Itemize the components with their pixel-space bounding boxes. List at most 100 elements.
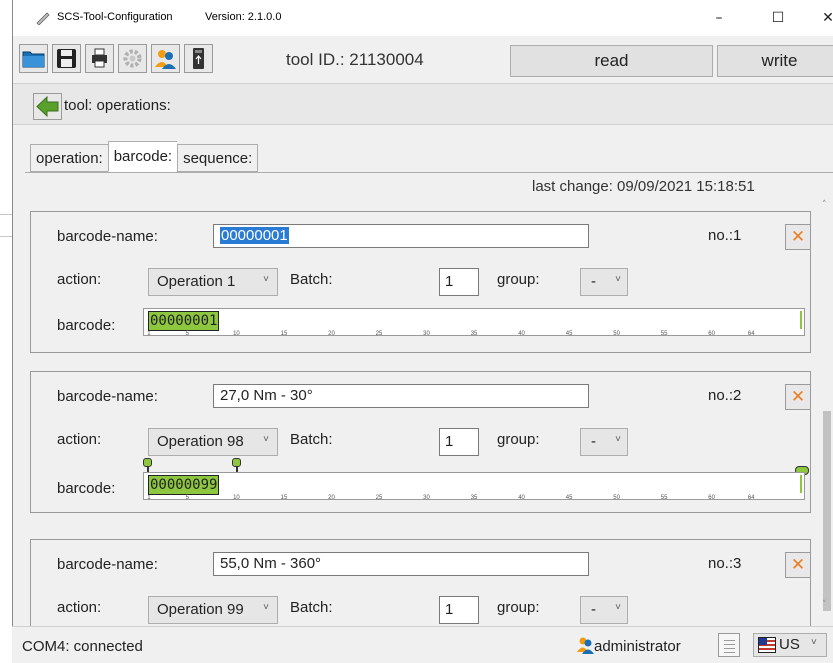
tab-operation[interactable]: operation: [30,144,108,172]
ruler-tick: 60 [708,331,715,337]
ruler-tick: 20 [328,331,335,337]
ruler-tick: 1 [147,331,151,337]
group-label: group: [497,599,540,616]
ruler-tick: 35 [470,495,478,501]
chevron-down-icon: ˅ [811,637,817,648]
action-select[interactable]: Operation 98 ˅ [148,428,278,456]
back-arrow-icon[interactable] [33,93,62,120]
barcode-card: barcode-name: 55,0 Nm - 360° no.:3 ✕ act… [30,539,811,626]
language-select[interactable]: US ˅ [753,633,827,657]
user-icon [577,637,594,654]
title-bar: SCS-Tool-Configuration Version: 2.1.0.0 … [13,0,833,36]
language-value: US [779,636,800,653]
ruler-tick: 40 [518,495,525,501]
printer-icon[interactable] [85,44,114,73]
barcode-end-marker [800,475,802,493]
ruler-tick: 20 [328,495,335,501]
gear-icon[interactable] [118,44,147,73]
group-value: - [591,601,596,618]
range-start-handle[interactable] [143,458,152,467]
folder-icon[interactable] [19,44,48,73]
chevron-down-icon: ˅ [615,602,621,613]
delete-barcode-button[interactable]: ✕ [785,384,811,410]
ruler-tick: 10 [233,495,240,501]
batch-input[interactable]: 1 [439,596,479,624]
range-end-handle[interactable] [232,458,241,467]
ruler-tick: 45 [565,495,573,501]
vertical-scrollbar[interactable]: ˄ ˅ [820,196,833,616]
barcode-label: barcode: [57,480,116,497]
barcode-name-value: 00000001 [220,227,289,244]
scroll-down-icon[interactable]: ˅ [822,600,827,610]
action-select[interactable]: Operation 1 ˅ [148,268,278,296]
barcode-value: 00000099 [148,475,220,495]
ruler-tick: 35 [470,331,478,337]
action-label: action: [57,599,102,616]
username: administrator [594,638,681,655]
ruler-tick: 5 [185,495,189,501]
group-select[interactable]: - ˅ [580,428,628,456]
tab-divider [25,172,833,173]
ruler-tick: 15 [280,331,288,337]
card-clip: barcode-name: 55,0 Nm - 360° no.:3 ✕ act… [13,539,833,626]
ruler-tick: 45 [565,331,573,337]
action-select[interactable]: Operation 99 ˅ [148,596,278,624]
maximize-button[interactable]: ☐ [755,0,801,36]
scroll-up-icon[interactable]: ˄ [822,200,827,210]
tab-sequence[interactable]: sequence: [177,144,259,172]
ruler-tick: 1 [147,495,151,501]
barcode-value: 00000001 [148,311,220,331]
ruler-tick: 40 [518,331,525,337]
delete-barcode-button[interactable]: ✕ [785,552,811,578]
status-bar: COM4: connected administrator US ˅ [12,626,833,663]
users-icon[interactable] [151,44,180,73]
barcode-input[interactable]: 00000001 1 5 10 15 20 25 30 35 40 45 50 55 60 64 [143,308,805,337]
app-window: SCS-Tool-Configuration Version: 2.1.0.0 … [12,0,833,663]
batch-input[interactable]: 1 [439,268,479,296]
ruler-tick: 50 [613,331,620,337]
close-button[interactable]: ✕ [805,0,833,36]
scrollbar-thumb[interactable] [823,411,831,611]
ruler-tick: 60 [708,495,715,501]
barcode-card: barcode-name: 00000001 no.:1 ✕ action: O… [30,211,811,353]
group-select[interactable]: - ˅ [580,596,628,624]
write-button[interactable]: write [717,45,833,77]
chevron-down-icon: ˅ [615,434,621,445]
save-icon[interactable] [52,44,81,73]
action-label: action: [57,431,102,448]
barcode-name-input[interactable]: 27,0 Nm - 30° [213,384,589,408]
barcode-label: barcode: [57,317,116,334]
ruler-tick: 55 [660,495,668,501]
barcode-ruler: 1 5 10 15 20 25 30 35 40 45 50 55 60 64 [144,331,804,337]
action-value: Operation 99 [157,601,244,618]
ruler-tick: 50 [613,495,620,501]
batch-label: Batch: [290,599,333,616]
group-value: - [591,433,596,450]
notes-icon[interactable] [718,633,740,657]
us-flag-icon [758,637,776,653]
ruler-tick: 64 [747,331,755,337]
last-change-timestamp: last change: 09/09/2021 15:18:51 [532,178,755,195]
barcode-number: no.:2 [708,387,742,404]
delete-barcode-button[interactable]: ✕ [785,224,811,250]
barcode-input[interactable]: 00000099 1 5 10 15 20 25 30 35 40 45 50 55 60 64 [143,472,805,501]
usb-icon[interactable] [184,44,213,73]
group-label: group: [497,271,540,288]
ruler-tick: 30 [423,331,430,337]
minimize-button[interactable]: – [696,0,742,36]
background-window-strip [0,0,12,663]
group-value: - [591,273,596,290]
barcode-name-input[interactable]: 00000001 [213,224,589,248]
tab-barcode[interactable]: barcode: [107,141,178,172]
ruler-tick: 15 [280,495,288,501]
batch-input[interactable]: 1 [439,428,479,456]
action-value: Operation 1 [157,273,236,290]
group-select[interactable]: - ˅ [580,268,628,296]
group-label: group: [497,431,540,448]
ruler-tick: 25 [375,495,383,501]
read-button[interactable]: read [510,45,713,77]
barcode-name-input[interactable]: 55,0 Nm - 360° [213,552,589,576]
barcode-number: no.:3 [708,555,742,572]
ruler-tick: 10 [233,331,240,337]
barcode-card: barcode-name: 27,0 Nm - 30° no.:2 ✕ acti… [30,371,811,513]
